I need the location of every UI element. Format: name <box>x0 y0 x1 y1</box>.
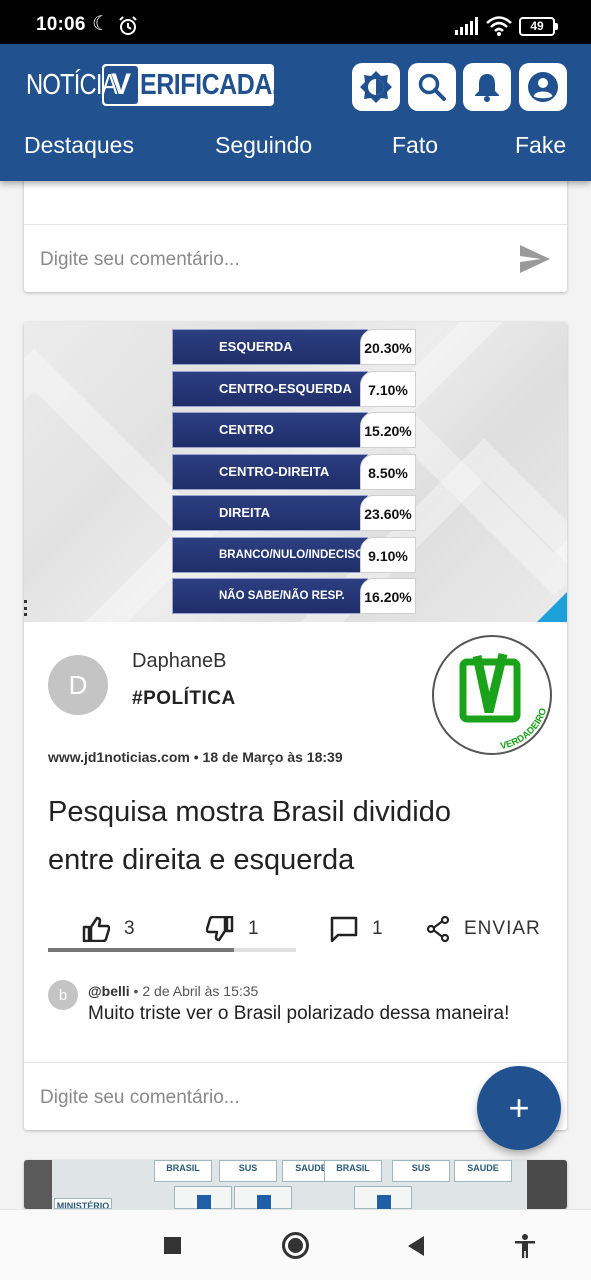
source-and-date[interactable]: www.jd1noticias.com • 18 de Março às 18:… <box>48 749 343 765</box>
poll-value-label: 23.60% <box>360 495 416 531</box>
next-image-tile <box>354 1186 412 1209</box>
thumbs-up-icon <box>82 916 110 942</box>
comment-input[interactable]: Digite seu comentário... <box>24 224 567 292</box>
next-image-tile <box>174 1186 232 1209</box>
next-image-tile: BRASIL <box>154 1160 212 1182</box>
search-button[interactable] <box>408 63 456 111</box>
accessibility-icon[interactable] <box>514 1233 536 1259</box>
poll-value-label: 7.10% <box>360 370 416 407</box>
commenter-username[interactable]: @belli <box>88 983 130 999</box>
news-post-card: ESQUERDA 20.30% CENTRO-ESQUERDA 7.10% CENTRO… <box>24 322 567 1130</box>
poll-category-label: CENTRO <box>172 412 368 448</box>
verified-seal-icon: VERDADEIRO <box>432 635 552 755</box>
poll-category-label: CENTRO-ESQUERDA <box>172 370 368 407</box>
brightness-icon <box>360 71 392 103</box>
theme-toggle-button[interactable] <box>352 63 400 111</box>
next-image-tile: SUS <box>219 1160 277 1182</box>
thumbs-down-icon <box>206 916 234 942</box>
comment-placeholder: Digite seu comentário... <box>40 1087 240 1108</box>
home-button[interactable] <box>282 1232 309 1259</box>
next-post-card[interactable]: BRASILSUSSAUDEBRASILSUSSAUDEMINISTÉRIO D… <box>24 1160 567 1209</box>
signal-icon <box>455 17 478 35</box>
poll-row: CENTRO-DIREITA 8.50% <box>172 453 416 490</box>
notifications-button[interactable] <box>463 63 511 111</box>
poll-category-label: BRANCO/NULO/INDECISO <box>172 536 368 573</box>
dislike-count: 1 <box>248 918 259 939</box>
account-icon <box>528 72 558 102</box>
poll-value-label: 8.50% <box>360 453 416 490</box>
tab-seguindo[interactable]: Seguindo <box>215 132 312 159</box>
logo-prefix: NOTÍCIA <box>26 68 118 101</box>
profile-button[interactable] <box>519 63 567 111</box>
comment-button[interactable]: 1 <box>330 912 383 946</box>
like-ratio-bar <box>48 948 296 952</box>
comment-count: 1 <box>372 918 383 939</box>
bell-icon <box>475 74 499 102</box>
next-image-tile <box>234 1186 292 1209</box>
tab-destaques[interactable]: Destaques <box>24 132 134 159</box>
poll-value-label: 20.30% <box>360 329 416 365</box>
poll-row: BRANCO/NULO/INDECISO 9.10% <box>172 536 416 573</box>
new-post-fab[interactable]: + <box>477 1066 561 1150</box>
alarm-icon <box>119 16 137 35</box>
comment-placeholder: Digite seu comentário... <box>40 249 240 270</box>
logo-text: ERIFICADA. <box>140 68 279 101</box>
system-nav-bar <box>0 1209 591 1280</box>
next-image-tile: BRASIL <box>324 1160 382 1182</box>
tab-bar: Destaques Seguindo Fato Fake <box>0 132 591 168</box>
dislike-button[interactable]: 1 <box>206 912 259 946</box>
status-time: 10:06 <box>36 14 86 35</box>
author-name[interactable]: DaphaneB <box>132 650 227 673</box>
category-tag[interactable]: #POLÍTICA <box>132 688 236 710</box>
wifi-icon <box>486 16 512 36</box>
app-logo[interactable]: NOTÍCIA V ERIFICADA. <box>26 61 279 109</box>
commenter-avatar[interactable]: b <box>48 980 78 1010</box>
poll-value-label: 16.20% <box>360 578 416 614</box>
poll-category-label: ESQUERDA <box>172 329 368 365</box>
battery-indicator: 49 <box>519 17 558 36</box>
share-button[interactable]: ENVIAR <box>426 912 541 946</box>
post-title[interactable]: Pesquisa mostra Brasil dividido entre di… <box>48 788 518 884</box>
comment-date: 2 de Abril às 15:35 <box>142 983 259 999</box>
poll-row: ESQUERDA 20.30% <box>172 329 416 365</box>
next-image-tile: SAUDE <box>454 1160 512 1182</box>
next-image-tile: SUS <box>392 1160 450 1182</box>
send-icon[interactable] <box>519 244 551 274</box>
poll-value-label: 9.10% <box>360 536 416 573</box>
tab-fake[interactable]: Fake <box>515 132 566 159</box>
status-bar: 10:06 ☾ 49 <box>0 0 591 44</box>
next-post-image[interactable]: BRASILSUSSAUDEBRASILSUSSAUDEMINISTÉRIO D… <box>24 1160 567 1209</box>
author-avatar[interactable]: D <box>48 655 108 715</box>
poll-category-label: CENTRO-DIREITA <box>172 453 368 490</box>
poll-category-label: DIREITA <box>172 495 368 531</box>
recents-button[interactable] <box>164 1237 181 1254</box>
comment-icon <box>330 916 358 942</box>
poll-value-label: 15.20% <box>360 412 416 448</box>
poll-row: NÃO SABE/NÃO RESP. 16.20% <box>172 578 416 614</box>
like-ratio-fill <box>48 948 234 952</box>
search-icon <box>418 73 446 101</box>
like-count: 3 <box>124 918 135 939</box>
share-label: ENVIAR <box>464 918 541 939</box>
next-image-tile: MINISTÉRIO DA <box>54 1198 112 1209</box>
tab-fato[interactable]: Fato <box>392 132 438 159</box>
share-icon <box>426 916 450 942</box>
poll-category-label: NÃO SABE/NÃO RESP. <box>172 578 368 614</box>
like-button[interactable]: 3 <box>82 912 135 946</box>
comment-meta: @belli • 2 de Abril às 15:35 <box>88 983 259 999</box>
do-not-disturb-icon: ☾ <box>92 13 110 35</box>
poll-row: CENTRO-ESQUERDA 7.10% <box>172 370 416 407</box>
comment-text: Muito triste ver o Brasil polarizado des… <box>88 1003 510 1024</box>
app-bar: NOTÍCIA V ERIFICADA. Destaques Seguindo … <box>0 44 591 181</box>
back-button[interactable] <box>406 1235 426 1257</box>
poll-row: CENTRO 15.20% <box>172 412 416 448</box>
poll-row: DIREITA 23.60% <box>172 495 416 531</box>
news-image[interactable]: ESQUERDA 20.30% CENTRO-ESQUERDA 7.10% CENTRO… <box>24 322 567 622</box>
post-actions: 3 1 1 ENVIAR <box>24 912 567 948</box>
